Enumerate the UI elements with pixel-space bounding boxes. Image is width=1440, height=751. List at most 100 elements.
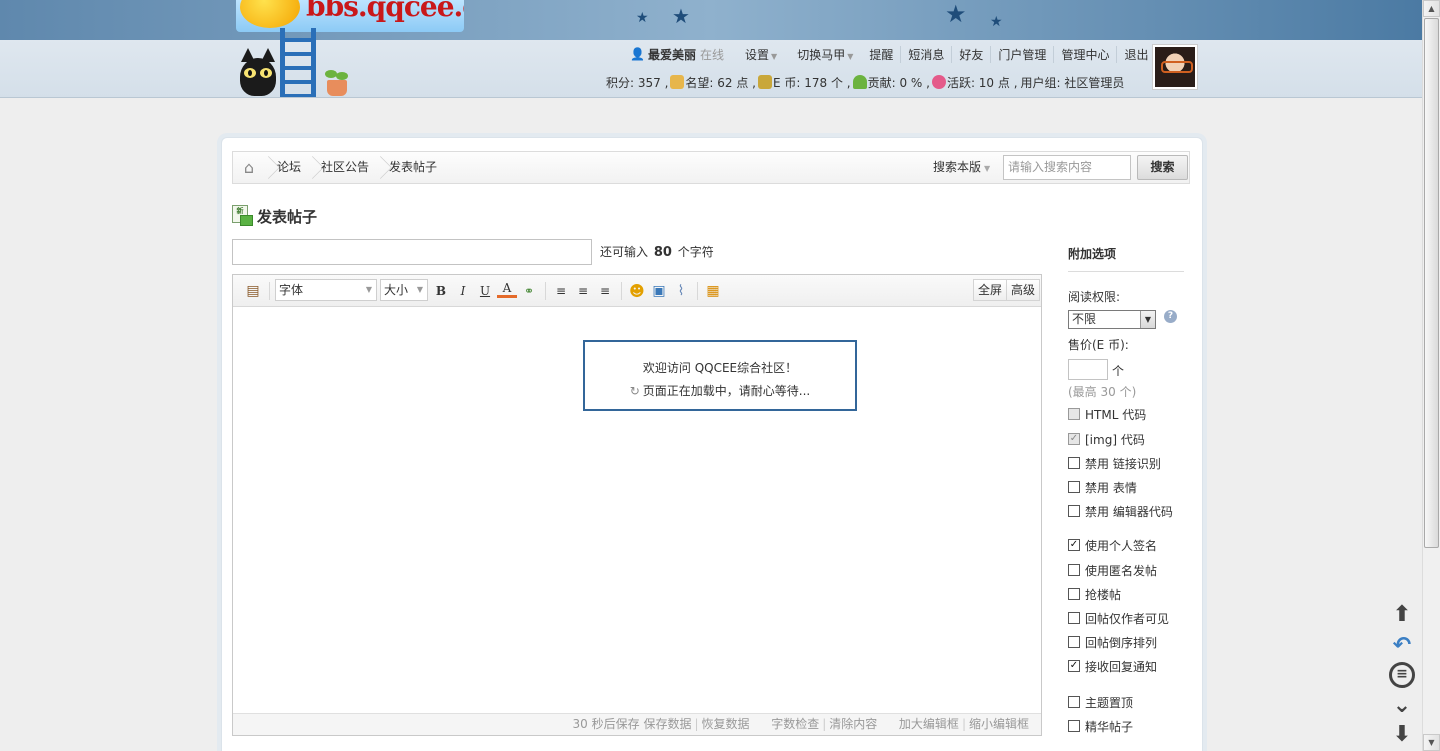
word-check-link[interactable]: 字数检查 <box>771 717 819 731</box>
price-input[interactable] <box>1068 359 1108 380</box>
ladder-decoration <box>280 28 316 97</box>
scroll-thumb[interactable] <box>1424 18 1439 548</box>
nav-friends[interactable]: 好友 <box>951 45 990 63</box>
enlarge-editor-link[interactable]: 加大编辑框 <box>899 717 959 731</box>
list-icon[interactable]: ≡ <box>1388 661 1416 689</box>
avatar[interactable] <box>1152 44 1198 90</box>
search-input[interactable]: 请输入搜索内容 <box>1003 155 1131 180</box>
subject-input[interactable] <box>232 239 592 265</box>
checkbox[interactable] <box>1068 720 1080 732</box>
nav-portal-admin[interactable]: 门户管理 <box>990 45 1053 63</box>
checkbox[interactable]: ✓ <box>1068 660 1080 672</box>
page-title-text: 发表帖子 <box>257 207 318 226</box>
link-icon[interactable]: ⚭ <box>519 281 539 301</box>
loading-notice: 欢迎访问 QQCEE综合社区！ ↻ 页面正在加载中，请耐心等待... <box>583 340 857 411</box>
breadcrumb-forum[interactable]: 论坛 <box>277 152 301 183</box>
align-center-icon[interactable]: ≡ <box>573 281 593 301</box>
chevron-down-icon[interactable]: ⌄ <box>1388 691 1416 719</box>
reply-icon[interactable]: ↶ <box>1388 631 1416 659</box>
arrow-up-icon[interactable]: ⬆ <box>1388 600 1416 628</box>
breadcrumb-separator <box>263 152 273 183</box>
nav-admin-center[interactable]: 管理中心 <box>1053 45 1116 63</box>
page-scrollbar[interactable]: ▲ ▼ <box>1422 0 1440 751</box>
font-size-select[interactable]: 大小 ▼ <box>380 279 428 301</box>
nav-settings[interactable]: 设置 ▼ <box>738 46 784 63</box>
heart-icon <box>931 75 946 89</box>
option-reverse-order[interactable]: 回帖倒序排列 <box>1068 634 1157 650</box>
option-anonymous[interactable]: 使用匿名发帖 <box>1068 562 1157 578</box>
checkbox[interactable] <box>1068 612 1080 624</box>
arrow-down-icon[interactable]: ⬇ <box>1388 720 1416 748</box>
nav-logout[interactable]: 退出 <box>1116 45 1155 63</box>
option-disable-editor-code[interactable]: 禁用 编辑器代码 <box>1068 503 1173 519</box>
breadcrumb-current: 发表帖子 <box>389 160 438 174</box>
subject-char-hint: 还可输入 80 个字符 <box>600 245 714 260</box>
emoticon-icon[interactable]: ☻ <box>627 281 647 301</box>
chevron-down-icon: ▼ <box>365 285 372 294</box>
search-button[interactable]: 搜索 <box>1137 155 1188 180</box>
shrink-editor-link[interactable]: 缩小编辑框 <box>969 717 1029 731</box>
option-floor-grab[interactable]: 抢楼帖 <box>1068 586 1121 602</box>
font-family-select[interactable]: 字体 ▼ <box>275 279 377 301</box>
checkbox[interactable]: ✓ <box>1068 539 1080 551</box>
nav-notifications[interactable]: 提醒 <box>862 46 900 63</box>
restore-data-link[interactable]: 恢复数据 <box>702 717 750 731</box>
sprout-icon <box>852 75 867 89</box>
editor-content-area[interactable]: 欢迎访问 QQCEE综合社区！ ↻ 页面正在加载中，请耐心等待... <box>233 307 1041 713</box>
username-link[interactable]: 最爱美丽 <box>648 46 696 63</box>
checkbox[interactable] <box>1068 505 1080 517</box>
help-icon[interactable]: ? <box>1164 310 1177 323</box>
editor-footer: 30 秒后保存 保存数据 | 恢复数据 字数检查 | 清除内容 加大编辑框 | 缩小编辑框 <box>233 713 1041 735</box>
fullscreen-button[interactable]: 全屏 <box>973 279 1008 301</box>
option-html-code[interactable]: HTML 代码 <box>1068 406 1146 422</box>
checkbox[interactable]: ✓ <box>1068 433 1080 445</box>
stat-points: 积分: 357 , <box>606 75 669 90</box>
option-disable-link[interactable]: 禁用 链接识别 <box>1068 455 1161 471</box>
option-reply-author-only[interactable]: 回帖仅作者可见 <box>1068 610 1169 626</box>
site-logo[interactable]: bbs.qqcee.com <box>236 0 464 32</box>
image-icon[interactable]: ▣ <box>649 281 669 301</box>
option-reply-notify[interactable]: ✓ 接收回复通知 <box>1068 658 1157 674</box>
scroll-down-arrow[interactable]: ▼ <box>1423 734 1440 751</box>
underline-button[interactable]: U <box>475 281 495 301</box>
align-left-icon[interactable]: ≡ <box>551 281 571 301</box>
paste-icon[interactable]: ▤ <box>243 281 263 301</box>
nav-messages[interactable]: 短消息 <box>900 45 951 63</box>
option-sticky[interactable]: 主题置顶 <box>1068 694 1133 710</box>
checkbox[interactable] <box>1068 408 1080 420</box>
bold-button[interactable]: B <box>431 281 451 301</box>
save-data-link[interactable]: 保存数据 <box>643 717 691 731</box>
star-decoration: ★ <box>945 0 967 28</box>
stat-activity: 活跃: 10 点 , <box>946 75 1018 90</box>
attachment-icon[interactable]: ⌇ <box>671 281 691 301</box>
option-use-signature[interactable]: ✓ 使用个人签名 <box>1068 537 1157 553</box>
breadcrumb: ⌂ 论坛 社区公告 发表帖子 搜索本版 ▼ 请输入搜索内容 搜索 <box>232 151 1190 184</box>
loading-welcome: 欢迎访问 QQCEE综合社区！ <box>642 361 798 375</box>
plant-pot-decoration <box>323 70 351 96</box>
option-digest[interactable]: 精华帖子 <box>1068 718 1133 734</box>
media-icon[interactable]: ▦ <box>703 281 723 301</box>
checkbox[interactable] <box>1068 457 1080 469</box>
advanced-button[interactable]: 高级 <box>1006 279 1041 301</box>
smiley-logo-icon <box>240 0 300 28</box>
option-img-code[interactable]: ✓ [img] 代码 <box>1068 431 1145 447</box>
scroll-up-arrow[interactable]: ▲ <box>1423 0 1440 17</box>
italic-button[interactable]: I <box>453 281 473 301</box>
checkbox[interactable] <box>1068 636 1080 648</box>
align-right-icon[interactable]: ≡ <box>595 281 615 301</box>
checkbox[interactable] <box>1068 481 1080 493</box>
nav-switch-account[interactable]: 切换马甲 ▼ <box>790 46 860 63</box>
read-permission-select[interactable]: 不限 ▼ <box>1068 310 1156 329</box>
breadcrumb-separator <box>307 152 317 183</box>
breadcrumb-announcements[interactable]: 社区公告 <box>321 152 369 183</box>
option-disable-smilies[interactable]: 禁用 表情 <box>1068 479 1137 495</box>
chevron-down-icon: ▼ <box>416 285 423 294</box>
checkbox[interactable] <box>1068 696 1080 708</box>
stat-usergroup: 用户组: 社区管理员 <box>1020 75 1125 90</box>
checkbox[interactable] <box>1068 588 1080 600</box>
clear-content-link[interactable]: 清除内容 <box>829 717 877 731</box>
font-color-button[interactable]: A <box>497 281 517 298</box>
search-scope-select[interactable]: 搜索本版 ▼ <box>933 152 990 183</box>
user-nav-bar: 👤 最爱美丽 在线 设置 ▼ 切换马甲 ▼ 提醒 短消息 好友 门户管理 管理中心 … <box>630 45 1155 63</box>
checkbox[interactable] <box>1068 564 1080 576</box>
